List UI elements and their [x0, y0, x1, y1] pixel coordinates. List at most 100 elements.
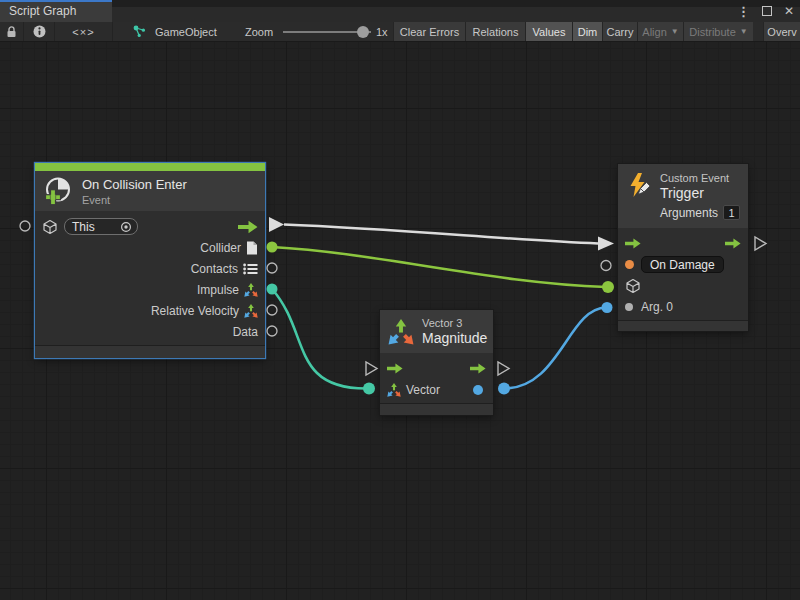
event-name-in-port[interactable]	[601, 261, 611, 271]
on-collision-enter-icon	[43, 176, 73, 206]
relative-velocity-port[interactable]	[267, 305, 277, 315]
distribute-button[interactable]: Distribute▼	[683, 22, 753, 41]
node-subtitle: Event	[82, 194, 187, 206]
align-button[interactable]: Align▼	[637, 22, 683, 41]
chevron-down-icon: ▼	[671, 27, 679, 36]
wire-flow[interactable]	[284, 225, 598, 244]
node-header: Vector 3 Magnitude	[380, 310, 493, 353]
target-in-port[interactable]	[20, 221, 30, 231]
event-name-port[interactable]	[625, 260, 634, 269]
wire-flow-arrowhead	[598, 237, 614, 251]
node-on-collision-enter[interactable]: On Collision Enter Event This Collider	[35, 163, 265, 358]
dim-button[interactable]: Dim	[572, 22, 602, 41]
impulse-port[interactable]	[267, 284, 278, 295]
magnitude-flow-in-port[interactable]	[366, 362, 377, 375]
node-body: Vector	[380, 353, 493, 403]
values-button[interactable]: Values	[525, 22, 572, 41]
close-icon[interactable]: ✕	[784, 4, 794, 18]
event-color-bar	[35, 163, 265, 171]
zoom-slider-handle[interactable]	[357, 26, 369, 38]
object-picker-icon[interactable]	[120, 221, 132, 233]
script-graph-window: Script Graph ⋮ ✕ <×> GameObject Zoom 1x	[0, 0, 800, 600]
flow-out-arrow-icon	[470, 363, 486, 374]
node-header: Custom Event Trigger Arguments 1	[618, 164, 748, 228]
port-label-vector: Vector	[406, 383, 440, 397]
magnitude-flow-out-port[interactable]	[498, 362, 509, 375]
port-label-contacts: Contacts	[191, 262, 238, 276]
node-header: On Collision Enter Event	[35, 171, 265, 211]
graph-canvas[interactable]: On Collision Enter Event This Collider	[0, 42, 800, 600]
tab-well	[0, 7, 800, 22]
trigger-flow-out-port[interactable]	[755, 237, 766, 250]
node-body: This Collider Contacts Impulse Relative …	[35, 211, 265, 345]
node-body: On Damage Arg. 0	[618, 228, 748, 320]
overview-button[interactable]: Overv	[763, 22, 800, 41]
port-label-impulse: Impulse	[197, 283, 239, 297]
arg0-in-port[interactable]	[602, 302, 613, 313]
node-title: Magnitude	[422, 331, 487, 346]
wire-impulse[interactable]	[272, 289, 366, 389]
flow-out-arrow-icon	[238, 220, 258, 234]
flow-out-port[interactable]	[269, 217, 284, 232]
node-title: On Collision Enter	[82, 177, 187, 192]
code-icon: <×>	[72, 26, 94, 38]
flow-in-arrow-icon	[387, 363, 403, 374]
window-controls: ⋮ ✕	[737, 0, 794, 22]
graph-toolbar: <×> GameObject Zoom 1x Clear Errors Rela…	[0, 22, 800, 42]
info-icon	[33, 25, 46, 38]
tab-title: Script Graph	[9, 4, 76, 18]
zoom-label: Zoom	[245, 22, 273, 41]
kebab-menu-icon[interactable]: ⋮	[737, 4, 750, 19]
titlebar: Script Graph ⋮ ✕	[0, 0, 800, 22]
vector3-icon	[244, 283, 258, 297]
port-label-data: Data	[233, 325, 258, 339]
float-output-port[interactable]	[473, 385, 483, 395]
port-label-relative-velocity: Relative Velocity	[151, 304, 239, 318]
lock-button[interactable]	[0, 22, 24, 41]
maximize-icon[interactable]	[762, 6, 772, 16]
data-port[interactable]	[267, 326, 277, 336]
gameobject-icon	[132, 22, 147, 41]
zoom-value: 1x	[376, 22, 388, 41]
event-name-field[interactable]: On Damage	[641, 256, 724, 273]
custom-event-icon	[626, 172, 652, 198]
contacts-port[interactable]	[267, 263, 277, 273]
tab-script-graph[interactable]: Script Graph	[0, 0, 112, 22]
arguments-count-field[interactable]: 1	[723, 205, 740, 220]
gameobject-in-port[interactable]	[602, 281, 614, 293]
relations-button[interactable]: Relations	[465, 22, 525, 41]
arg0-port[interactable]	[625, 303, 633, 311]
vector3-icon	[388, 319, 414, 345]
clear-errors-button[interactable]: Clear Errors	[393, 22, 465, 41]
node-footer	[618, 320, 748, 331]
node-category: Custom Event	[660, 172, 740, 185]
flow-out-arrow-icon	[725, 238, 741, 249]
wire-collider[interactable]	[272, 247, 606, 287]
gameobject-cube-icon	[42, 219, 58, 235]
code-view-button[interactable]: <×>	[55, 22, 113, 41]
contacts-list-icon	[243, 263, 258, 275]
magnitude-out-port[interactable]	[498, 383, 510, 395]
target-object-field[interactable]: This	[64, 218, 138, 235]
carry-button[interactable]: Carry	[602, 22, 637, 41]
node-footer	[380, 403, 493, 415]
gameobject-label[interactable]: GameObject	[155, 22, 217, 41]
vector3-icon	[244, 304, 258, 318]
node-trigger-custom-event[interactable]: Custom Event Trigger Arguments 1 On Dama…	[618, 164, 748, 331]
collider-port[interactable]	[267, 242, 278, 253]
collider-file-icon	[246, 241, 258, 255]
wire-magnitude[interactable]	[504, 308, 606, 389]
chevron-down-icon: ▼	[740, 27, 748, 36]
node-footer	[35, 345, 265, 358]
node-title: Trigger	[660, 186, 740, 201]
gameobject-cube-icon	[625, 278, 641, 294]
vector3-icon	[387, 383, 401, 397]
flow-in-arrow-icon	[625, 238, 641, 249]
vector-in-port[interactable]	[363, 383, 375, 395]
lock-icon	[6, 26, 17, 38]
port-label-arg0: Arg. 0	[641, 300, 673, 314]
info-button[interactable]	[24, 22, 55, 41]
node-category: Vector 3	[422, 317, 487, 330]
port-label-collider: Collider	[200, 241, 241, 255]
node-magnitude[interactable]: Vector 3 Magnitude Vector	[380, 310, 493, 415]
